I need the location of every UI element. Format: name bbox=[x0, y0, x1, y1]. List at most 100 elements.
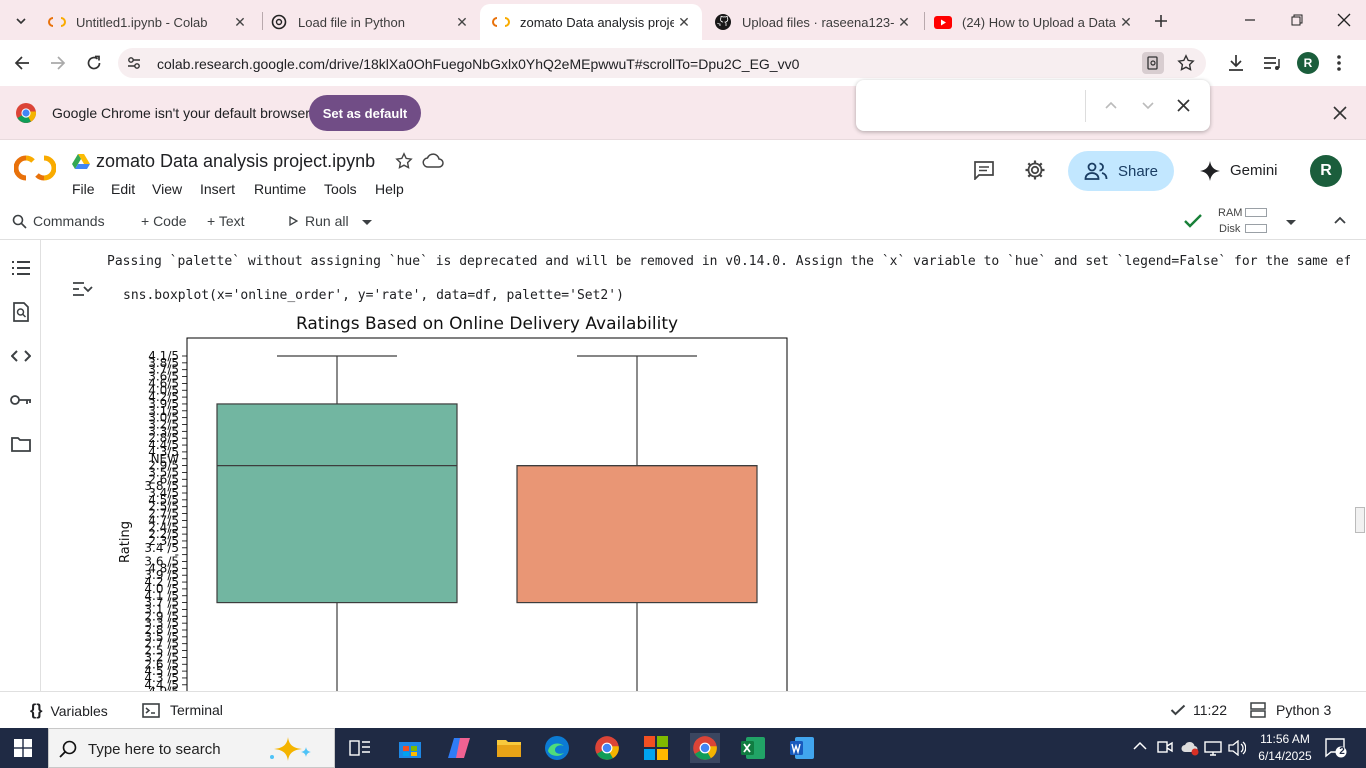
tab-load-file[interactable]: Load file in Python ✕ bbox=[258, 4, 480, 40]
network-icon[interactable] bbox=[1204, 740, 1222, 756]
collapse-header-icon[interactable] bbox=[1333, 215, 1347, 225]
share-button[interactable]: Share bbox=[1068, 151, 1174, 191]
microsoft-365-icon[interactable] bbox=[641, 733, 671, 763]
notebook-title[interactable]: zomato Data analysis project.ipynb bbox=[96, 151, 375, 172]
gemini-button[interactable]: Gemini bbox=[1230, 162, 1278, 179]
resources-dropdown-icon[interactable] bbox=[1285, 219, 1297, 227]
word-icon[interactable] bbox=[787, 733, 817, 763]
menu-edit[interactable]: Edit bbox=[111, 181, 135, 197]
onedrive-icon[interactable] bbox=[1180, 740, 1200, 756]
openai-icon bbox=[270, 13, 288, 31]
connected-check-icon bbox=[1183, 213, 1203, 229]
code-snippets-icon[interactable] bbox=[8, 343, 34, 369]
address-bar[interactable]: colab.research.google.com/drive/18klXa0O… bbox=[118, 48, 1206, 78]
secrets-key-icon[interactable] bbox=[8, 387, 34, 413]
menu-help[interactable]: Help bbox=[375, 181, 404, 197]
disk-meter[interactable] bbox=[1245, 224, 1267, 233]
clock-date[interactable]: 6/14/2025 bbox=[1254, 749, 1316, 763]
chrome-profile-app-icon[interactable] bbox=[690, 733, 720, 763]
check-icon bbox=[1170, 704, 1186, 716]
play-icon bbox=[289, 216, 298, 226]
terminal-button[interactable]: Terminal bbox=[142, 702, 223, 718]
tab-zomato[interactable]: zomato Data analysis projec ✕ bbox=[480, 4, 702, 40]
profile-avatar[interactable]: R bbox=[1297, 52, 1319, 74]
table-of-contents-icon[interactable] bbox=[8, 255, 34, 281]
close-window-button[interactable] bbox=[1330, 10, 1358, 30]
deprecation-warning: Passing `palette` without assigning `hue… bbox=[107, 254, 1350, 269]
back-button[interactable] bbox=[8, 49, 36, 77]
bookmark-star-icon[interactable] bbox=[1177, 54, 1195, 72]
new-tab-button[interactable] bbox=[1148, 8, 1174, 34]
restore-icon bbox=[1291, 14, 1303, 26]
taskbar-search-box[interactable]: Type here to search bbox=[48, 728, 335, 768]
task-view-icon[interactable] bbox=[349, 738, 371, 758]
run-all-button[interactable]: Run all bbox=[289, 213, 349, 229]
reload-button[interactable] bbox=[80, 49, 108, 77]
commands-button[interactable]: Commands bbox=[12, 213, 105, 229]
microsoft-store-icon[interactable] bbox=[395, 733, 425, 763]
forward-button[interactable] bbox=[44, 49, 72, 77]
find-next-icon[interactable] bbox=[1141, 101, 1155, 111]
execution-status[interactable]: 11:22 bbox=[1170, 702, 1227, 718]
cloud-saved-icon[interactable] bbox=[422, 153, 444, 169]
maximize-button[interactable] bbox=[1283, 10, 1311, 30]
excel-icon[interactable] bbox=[738, 733, 768, 763]
chart-title: Ratings Based on Online Delivery Availab… bbox=[296, 314, 678, 334]
close-icon[interactable]: ✕ bbox=[894, 12, 914, 32]
add-code-button[interactable]: + Code bbox=[141, 213, 187, 229]
ram-meter[interactable] bbox=[1245, 208, 1267, 217]
youtube-icon bbox=[934, 13, 952, 31]
tab-untitled[interactable]: Untitled1.ipynb - Colab ✕ bbox=[36, 4, 258, 40]
find-input[interactable] bbox=[868, 92, 1078, 118]
url-text[interactable]: colab.research.google.com/drive/18klXa0O… bbox=[157, 56, 799, 72]
run-all-dropdown-icon[interactable] bbox=[361, 219, 373, 227]
tab-title: zomato Data analysis projec bbox=[520, 14, 674, 30]
menu-runtime[interactable]: Runtime bbox=[254, 181, 306, 197]
chrome-app-icon[interactable] bbox=[592, 733, 622, 763]
runtime-type[interactable]: Python 3 bbox=[1250, 702, 1331, 718]
file-explorer-icon[interactable] bbox=[494, 733, 524, 763]
windows-start-icon[interactable] bbox=[14, 739, 32, 757]
settings-gear-icon[interactable] bbox=[1024, 159, 1046, 181]
meet-now-icon[interactable] bbox=[1157, 739, 1173, 755]
media-controls-icon[interactable] bbox=[1262, 53, 1282, 73]
site-info-icon[interactable] bbox=[126, 55, 142, 71]
chrome-menu-icon[interactable] bbox=[1336, 54, 1342, 72]
menu-view[interactable]: View bbox=[152, 181, 182, 197]
edge-browser-icon[interactable] bbox=[542, 733, 572, 763]
find-previous-icon[interactable] bbox=[1104, 100, 1118, 110]
infobar-close-icon[interactable] bbox=[1333, 106, 1347, 120]
comments-icon[interactable] bbox=[973, 160, 995, 180]
find-close-icon[interactable] bbox=[1177, 99, 1190, 112]
runtime-label: Python 3 bbox=[1276, 702, 1332, 718]
volume-icon[interactable] bbox=[1228, 740, 1246, 756]
files-folder-icon[interactable] bbox=[8, 431, 34, 457]
close-icon[interactable]: ✕ bbox=[452, 12, 472, 32]
colab-logo[interactable] bbox=[14, 155, 56, 181]
menu-tools[interactable]: Tools bbox=[324, 181, 357, 197]
downloads-icon[interactable] bbox=[1226, 53, 1246, 73]
add-text-button[interactable]: + Text bbox=[207, 213, 245, 229]
star-icon[interactable] bbox=[395, 152, 413, 170]
variables-button[interactable]: {} Variables bbox=[30, 702, 108, 720]
close-icon[interactable]: ✕ bbox=[1116, 12, 1136, 32]
find-replace-icon[interactable] bbox=[8, 299, 34, 325]
menu-file[interactable]: File bbox=[72, 181, 95, 197]
tab-github[interactable]: Upload files · raseena123-a/ ✕ bbox=[702, 4, 922, 40]
find-in-page-icon[interactable] bbox=[1142, 52, 1164, 74]
set-as-default-button[interactable]: Set as default bbox=[309, 95, 421, 131]
clock-time[interactable]: 11:56 AM bbox=[1256, 732, 1314, 746]
account-avatar[interactable]: R bbox=[1310, 155, 1342, 187]
tab-search-button[interactable] bbox=[8, 8, 34, 34]
close-icon[interactable]: ✕ bbox=[674, 12, 694, 32]
menu-insert[interactable]: Insert bbox=[200, 181, 235, 197]
copilot-app-icon[interactable] bbox=[444, 733, 474, 763]
vertical-scrollbar-thumb[interactable] bbox=[1355, 507, 1365, 533]
close-icon[interactable]: ✕ bbox=[230, 12, 250, 32]
show-hidden-icons[interactable] bbox=[1133, 741, 1147, 751]
tab-youtube[interactable]: (24) How to Upload a Data A ✕ bbox=[922, 4, 1144, 40]
plus-icon bbox=[1155, 15, 1167, 27]
output-toggle-icon[interactable] bbox=[72, 281, 94, 297]
box-yes bbox=[216, 403, 458, 604]
minimize-button[interactable] bbox=[1236, 10, 1264, 30]
